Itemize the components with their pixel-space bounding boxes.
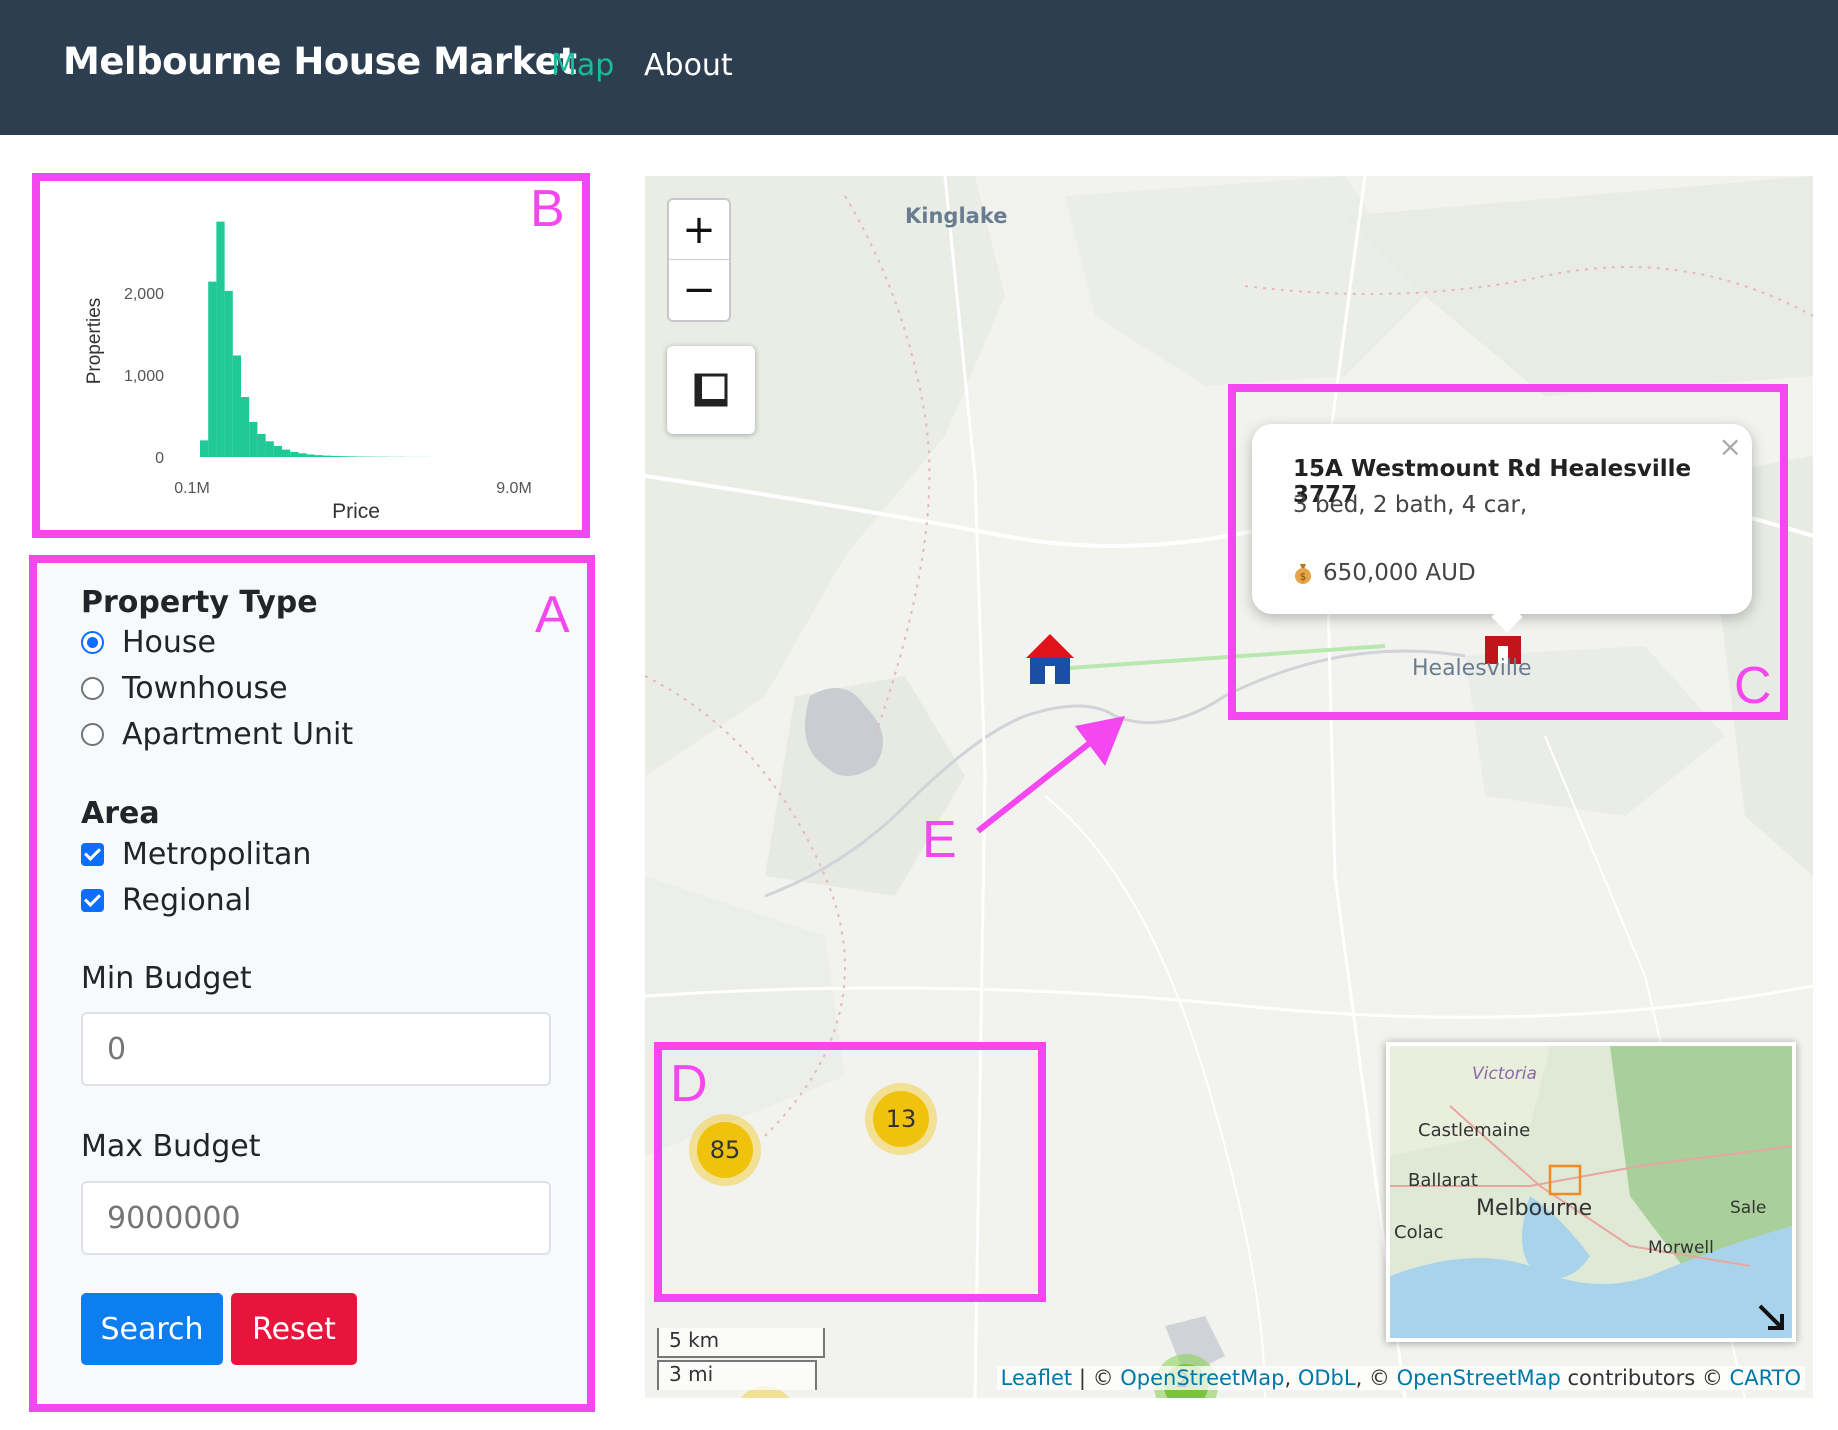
attribution-contributors: contributors ©	[1560, 1366, 1730, 1390]
nav-link-about[interactable]: About	[644, 48, 733, 83]
zoom-out-button[interactable]: −	[669, 260, 729, 320]
radio-label-house: House	[122, 625, 217, 660]
histogram-bar	[208, 281, 217, 457]
histogram-bar	[314, 455, 323, 457]
annotation-box-d: D	[654, 1042, 1046, 1302]
radio-option-apartment-unit[interactable]: Apartment Unit	[81, 717, 353, 752]
attribution-osm-link[interactable]: OpenStreetMap	[1120, 1366, 1284, 1390]
histogram-bar	[282, 449, 291, 457]
histogram-bar	[323, 455, 332, 457]
annotation-label-c: C	[1734, 657, 1772, 715]
checkbox-option-metropolitan[interactable]: Metropolitan	[81, 837, 311, 872]
annotation-label-d: D	[670, 1055, 708, 1113]
radio-house[interactable]	[81, 631, 104, 654]
histogram-x-tick-max: 9.0M	[496, 480, 532, 497]
reset-button[interactable]: Reset	[231, 1293, 357, 1365]
histogram-bar	[224, 290, 233, 457]
histogram-bar	[249, 421, 258, 457]
minimap-label-morwell: Morwell	[1648, 1238, 1714, 1258]
histogram-bar	[200, 440, 209, 457]
radio-label-apartment-unit: Apartment Unit	[122, 717, 354, 752]
property-marker-1[interactable]	[1026, 634, 1074, 684]
histogram-bars	[200, 221, 430, 457]
fullscreen-button[interactable]	[667, 346, 755, 434]
map-view[interactable]: + − Kinglake Healesville × 15A Westmount…	[645, 176, 1813, 1398]
min-budget-input[interactable]	[81, 1012, 551, 1086]
filter-form-panel: A Property Type House Townhouse Apartmen…	[29, 555, 595, 1412]
histogram-x-axis-label: Price	[332, 500, 380, 523]
checkbox-label-regional: Regional	[122, 883, 252, 918]
attribution-leaflet-link[interactable]: Leaflet	[1001, 1366, 1073, 1390]
minimap[interactable]: Victoria Castlemaine Ballarat Melbourne …	[1386, 1042, 1796, 1342]
map-place-label-kinglake: Kinglake	[905, 204, 1008, 228]
histogram-y-tick-2000: 2,000	[124, 286, 164, 303]
histogram-bar	[232, 355, 241, 457]
attribution-sep: | ©	[1072, 1366, 1121, 1390]
checkbox-option-regional[interactable]: Regional	[81, 883, 251, 918]
minimap-label-castlemaine: Castlemaine	[1418, 1120, 1531, 1141]
checkbox-metropolitan[interactable]	[81, 843, 104, 866]
radio-option-house[interactable]: House	[81, 625, 216, 660]
histogram-bar	[241, 397, 250, 457]
map-attribution: Leaflet | © OpenStreetMap, ODbL, © OpenS…	[996, 1366, 1805, 1390]
histogram-bar	[216, 221, 225, 457]
annotation-box-c: C	[1228, 384, 1788, 720]
checkbox-regional[interactable]	[81, 889, 104, 912]
histogram-bar	[273, 445, 282, 457]
attribution-osm-contributors-link[interactable]: OpenStreetMap	[1397, 1366, 1561, 1390]
radio-label-townhouse: Townhouse	[122, 671, 288, 706]
histogram-y-axis-label: Properties	[84, 298, 105, 385]
price-histogram-chart: Properties 2,000 1,000 0 0.1M 9.0M Price	[84, 221, 532, 523]
attribution-comma: ,	[1284, 1366, 1298, 1390]
brand-title[interactable]: Melbourne House Market	[63, 40, 577, 83]
histogram-bar	[331, 455, 340, 457]
attribution-carto-link[interactable]: CARTO	[1730, 1366, 1801, 1390]
histogram-bar	[265, 441, 274, 457]
scale-bar-mi: 3 mi	[657, 1360, 817, 1390]
annotation-label-e: E	[922, 811, 957, 869]
minimap-label-ballarat: Ballarat	[1408, 1170, 1478, 1191]
zoom-control: + −	[667, 198, 731, 322]
radio-townhouse[interactable]	[81, 677, 104, 700]
histogram-bar	[306, 454, 315, 457]
radio-option-townhouse[interactable]: Townhouse	[81, 671, 288, 706]
radio-apartment-unit[interactable]	[81, 723, 104, 746]
histogram-bar	[257, 433, 266, 457]
price-histogram-panel: Properties 2,000 1,000 0 0.1M 9.0M Price…	[32, 173, 590, 538]
attribution-odbl-link[interactable]: ODbL	[1298, 1366, 1356, 1390]
annotation-label-b: B	[530, 180, 565, 238]
area-heading: Area	[81, 796, 160, 831]
minimap-tiles	[1390, 1046, 1792, 1338]
navbar: Melbourne House Market Map About	[0, 0, 1838, 135]
annotation-label-a: A	[535, 586, 570, 644]
checkbox-label-metropolitan: Metropolitan	[122, 837, 312, 872]
max-budget-input[interactable]	[81, 1181, 551, 1255]
histogram-bar	[347, 456, 356, 457]
zoom-in-button[interactable]: +	[669, 200, 729, 260]
fullscreen-icon	[694, 373, 728, 407]
minimap-label-victoria: Victoria	[1472, 1064, 1537, 1084]
nav-link-map[interactable]: Map	[551, 48, 614, 83]
minimap-label-melbourne: Melbourne	[1476, 1196, 1593, 1221]
histogram-y-tick-1000: 1,000	[124, 368, 164, 385]
histogram-y-tick-0: 0	[155, 450, 164, 467]
property-type-heading: Property Type	[81, 585, 318, 620]
histogram-bar	[298, 453, 307, 457]
scale-bar-km: 5 km	[657, 1328, 825, 1358]
max-budget-label: Max Budget	[81, 1129, 261, 1164]
histogram-bar	[290, 451, 299, 457]
search-button[interactable]: Search	[81, 1293, 223, 1365]
minimap-label-sale: Sale	[1730, 1198, 1767, 1218]
min-budget-label: Min Budget	[81, 961, 252, 996]
minimap-label-colac: Colac	[1394, 1222, 1444, 1243]
histogram-bar	[339, 456, 348, 457]
attribution-sep: , ©	[1355, 1366, 1397, 1390]
histogram-x-tick-min: 0.1M	[174, 480, 210, 497]
